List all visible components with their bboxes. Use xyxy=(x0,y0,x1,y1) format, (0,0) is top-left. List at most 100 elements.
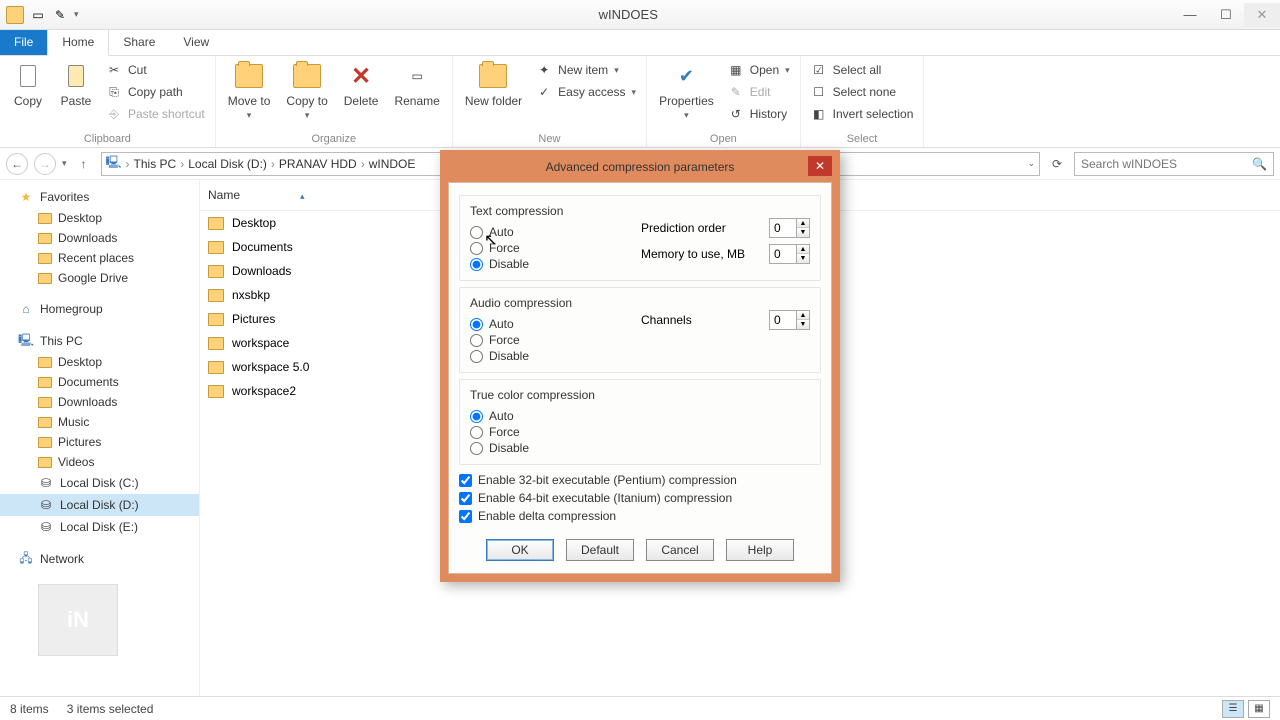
paste-button[interactable]: Paste xyxy=(54,58,98,110)
delete-button[interactable]: ✕Delete xyxy=(338,58,385,110)
new-folder-icon[interactable]: ✎ xyxy=(52,7,68,23)
text-compression-group: Text compression Auto Force Disable Pred… xyxy=(459,195,821,281)
tree-locale[interactable]: ⛁Local Disk (E:) xyxy=(0,516,199,538)
copy-path-button[interactable]: ⎘Copy path xyxy=(102,82,209,102)
copy-button[interactable]: Copy xyxy=(6,58,50,110)
nav-back-button[interactable]: ← xyxy=(6,153,28,175)
spin-down-icon[interactable]: ▼ xyxy=(797,254,809,263)
move-to-button[interactable]: Move to▾ xyxy=(222,58,277,123)
audio-auto-radio[interactable] xyxy=(470,318,483,331)
prediction-spinner[interactable]: ▲▼ xyxy=(769,218,810,238)
view-icons-button[interactable]: ▦ xyxy=(1248,700,1270,718)
paste-shortcut-button[interactable]: ⎆Paste shortcut xyxy=(102,104,209,124)
spin-up-icon[interactable]: ▲ xyxy=(797,245,809,254)
ok-button[interactable]: OK xyxy=(486,539,554,561)
invert-selection-button[interactable]: ◧Invert selection xyxy=(807,104,918,124)
nav-forward-button[interactable]: → xyxy=(34,153,56,175)
dialog-close-button[interactable]: ✕ xyxy=(808,156,832,176)
check-64bit[interactable] xyxy=(459,492,472,505)
select-none-button[interactable]: ☐Select none xyxy=(807,82,918,102)
new-item-button[interactable]: ✦New item▾ xyxy=(532,60,640,80)
folder-icon xyxy=(38,417,52,428)
history-button[interactable]: ↺History xyxy=(724,104,794,124)
maximize-button[interactable]: ☐ xyxy=(1208,3,1244,27)
color-disable-radio[interactable] xyxy=(470,442,483,455)
audio-force-radio[interactable] xyxy=(470,334,483,347)
column-name[interactable]: Name▴ xyxy=(200,184,440,206)
tree-locald[interactable]: ⛁Local Disk (D:) xyxy=(0,494,199,516)
copy-to-button[interactable]: Copy to▾ xyxy=(280,58,333,123)
properties-button[interactable]: ✔Properties▾ xyxy=(653,58,720,123)
tree-this-pc[interactable]: 🖳This PC xyxy=(0,330,199,352)
properties-icon[interactable]: ▭ xyxy=(30,7,46,23)
cut-button[interactable]: ✂Cut xyxy=(102,60,209,80)
tab-view[interactable]: View xyxy=(169,30,223,55)
spin-down-icon[interactable]: ▼ xyxy=(797,320,809,329)
addr-dropdown-icon[interactable]: ⌄ xyxy=(1027,158,1035,169)
tree-network[interactable]: 🖧Network xyxy=(0,548,199,570)
edit-button[interactable]: ✎Edit xyxy=(724,82,794,102)
text-force-radio[interactable] xyxy=(470,242,483,255)
default-button[interactable]: Default xyxy=(566,539,634,561)
group-label-open: Open xyxy=(653,131,794,147)
nav-history-dropdown[interactable]: ▾ xyxy=(62,158,67,169)
channels-spinner[interactable]: ▲▼ xyxy=(769,310,810,330)
tab-share[interactable]: Share xyxy=(109,30,169,55)
open-button[interactable]: ▦Open▾ xyxy=(724,60,794,80)
audio-disable-radio[interactable] xyxy=(470,350,483,363)
tree-documents[interactable]: Documents xyxy=(0,372,199,392)
tree-favorites[interactable]: ★Favorites xyxy=(0,186,199,208)
memory-spinner[interactable]: ▲▼ xyxy=(769,244,810,264)
select-all-button[interactable]: ☑Select all xyxy=(807,60,918,80)
tab-file[interactable]: File xyxy=(0,30,47,55)
tree-recent[interactable]: Recent places xyxy=(0,248,199,268)
breadcrumb-folder1[interactable]: PRANAV HDD xyxy=(279,157,357,171)
tree-downloads2[interactable]: Downloads xyxy=(0,392,199,412)
select-all-icon: ☑ xyxy=(811,62,827,78)
tree-homegroup[interactable]: ⌂Homegroup xyxy=(0,298,199,320)
tree-desktop[interactable]: Desktop xyxy=(0,208,199,228)
refresh-button[interactable]: ⟳ xyxy=(1046,153,1068,175)
prediction-label: Prediction order xyxy=(641,221,761,235)
tree-desktop2[interactable]: Desktop xyxy=(0,352,199,372)
check-delta[interactable] xyxy=(459,510,472,523)
help-button[interactable]: Help xyxy=(726,539,794,561)
check-32bit[interactable] xyxy=(459,474,472,487)
folder-icon xyxy=(38,273,52,284)
new-folder-button[interactable]: New folder xyxy=(459,58,528,110)
tree-videos[interactable]: Videos xyxy=(0,452,199,472)
text-comp-title: Text compression xyxy=(470,204,810,218)
search-box[interactable]: 🔍 xyxy=(1074,152,1274,176)
search-input[interactable] xyxy=(1081,157,1252,171)
color-auto-radio[interactable] xyxy=(470,410,483,423)
close-window-button[interactable]: ✕ xyxy=(1244,3,1280,27)
disk-icon: ⛁ xyxy=(38,497,54,513)
breadcrumb-folder2[interactable]: wINDOE xyxy=(369,157,416,171)
text-disable-radio[interactable] xyxy=(470,258,483,271)
spin-down-icon[interactable]: ▼ xyxy=(797,228,809,237)
color-force-radio[interactable] xyxy=(470,426,483,439)
spin-up-icon[interactable]: ▲ xyxy=(797,219,809,228)
folder-icon xyxy=(208,265,224,278)
tree-localc[interactable]: ⛁Local Disk (C:) xyxy=(0,472,199,494)
edit-icon: ✎ xyxy=(728,84,744,100)
text-auto-radio[interactable] xyxy=(470,226,483,239)
spin-up-icon[interactable]: ▲ xyxy=(797,311,809,320)
sort-indicator-icon: ▴ xyxy=(300,191,305,201)
breadcrumb-this-pc[interactable]: This PC xyxy=(134,157,177,171)
nav-up-button[interactable]: ↑ xyxy=(73,153,95,175)
view-details-button[interactable]: ☰ xyxy=(1222,700,1244,718)
tree-music[interactable]: Music xyxy=(0,412,199,432)
qat-dropdown-icon[interactable]: ▾ xyxy=(74,9,79,20)
breadcrumb-drive[interactable]: Local Disk (D:) xyxy=(188,157,267,171)
tree-downloads[interactable]: Downloads xyxy=(0,228,199,248)
rename-button[interactable]: ▭Rename xyxy=(388,58,445,110)
dialog-title-bar[interactable]: Advanced compression parameters ✕ xyxy=(448,158,832,182)
cancel-button[interactable]: Cancel xyxy=(646,539,714,561)
minimize-button[interactable]: — xyxy=(1172,3,1208,27)
tree-pictures[interactable]: Pictures xyxy=(0,432,199,452)
tab-home[interactable]: Home xyxy=(47,29,109,56)
status-bar: 8 items 3 items selected ☰ ▦ xyxy=(0,696,1280,720)
easy-access-button[interactable]: ✓Easy access▾ xyxy=(532,82,640,102)
tree-gdrive[interactable]: Google Drive xyxy=(0,268,199,288)
